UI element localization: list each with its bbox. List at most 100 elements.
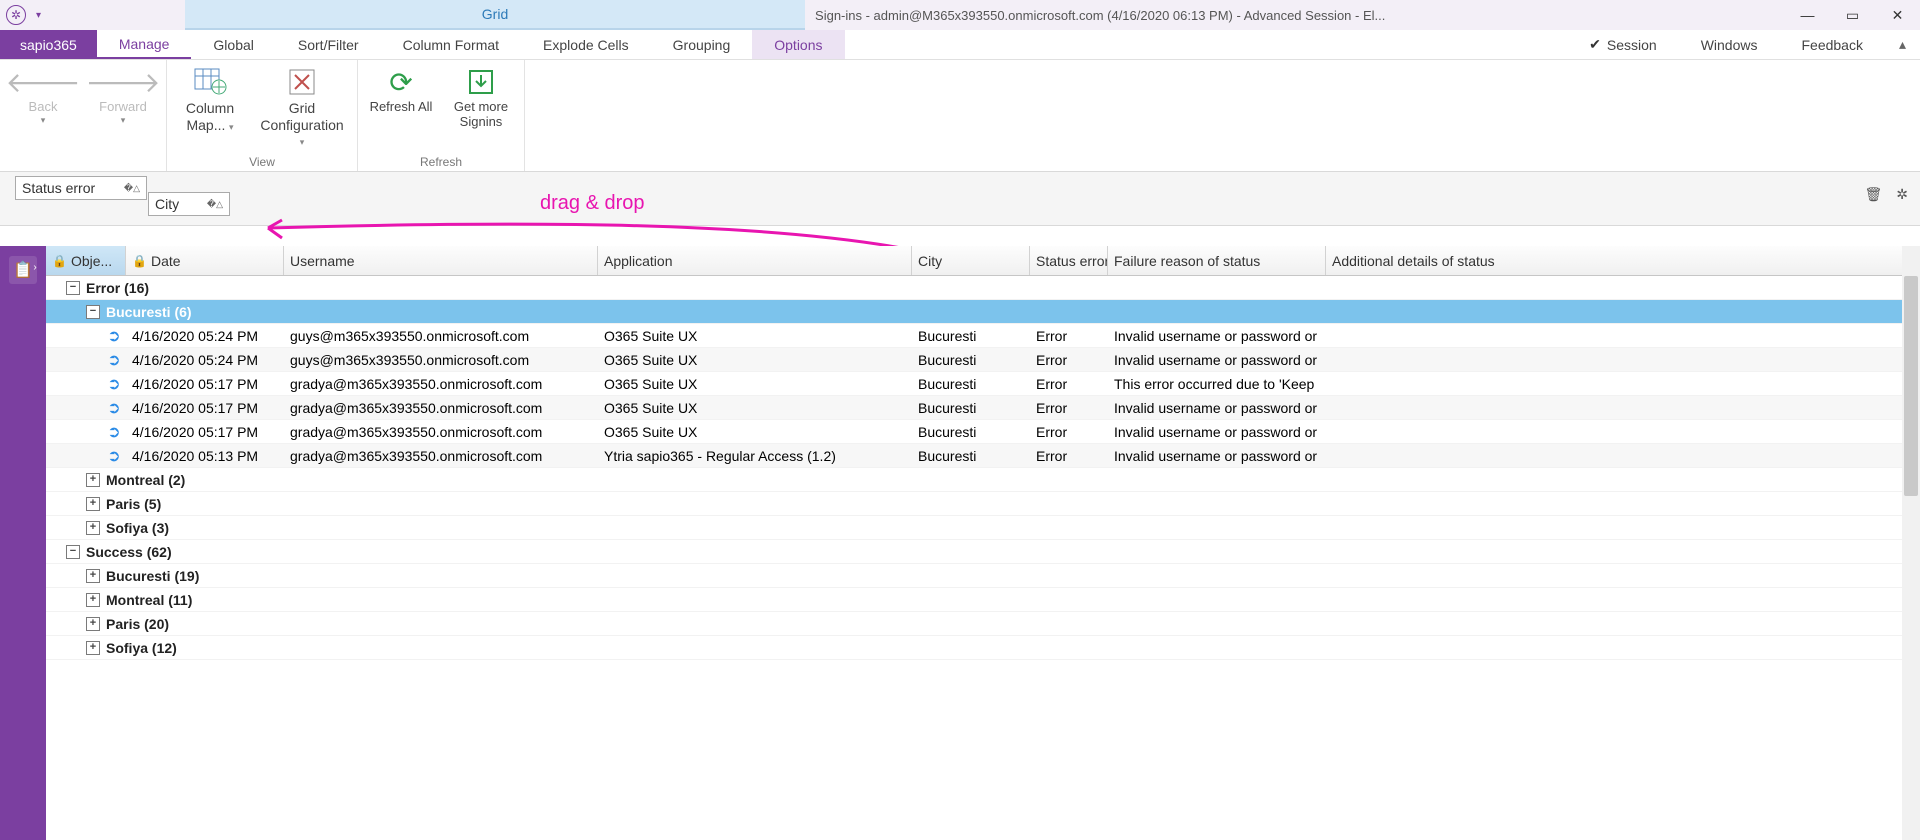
- expand-icon[interactable]: +: [86, 569, 100, 583]
- cell-username: gradya@m365x393550.onmicrosoft.com: [284, 400, 598, 416]
- close-button[interactable]: ✕: [1875, 0, 1920, 30]
- grid-configuration-button[interactable]: Grid Configuration ▾: [257, 64, 347, 149]
- get-more-signins-button[interactable]: Get more Signins: [448, 64, 514, 130]
- column-header-city[interactable]: City: [912, 246, 1030, 275]
- expand-icon[interactable]: +: [86, 521, 100, 535]
- tab-grouping[interactable]: Grouping: [651, 30, 753, 59]
- tab-manage[interactable]: Manage: [97, 30, 192, 59]
- cell-username: gradya@m365x393550.onmicrosoft.com: [284, 448, 598, 464]
- cell-date: 4/16/2020 05:17 PM: [126, 400, 284, 416]
- group-row-success[interactable]: −Success (62): [46, 540, 1920, 564]
- tab-windows[interactable]: Windows: [1679, 30, 1780, 59]
- group-label-refresh: Refresh: [368, 153, 514, 169]
- window-title: Sign-ins - admin@M365x393550.onmicrosoft…: [805, 8, 1785, 23]
- group-row-error[interactable]: −Error (16): [46, 276, 1920, 300]
- table-row[interactable]: ➲4/16/2020 05:13 PMgradya@m365x393550.on…: [46, 444, 1920, 468]
- column-header-application[interactable]: Application: [598, 246, 912, 275]
- vertical-scrollbar[interactable]: [1902, 246, 1920, 840]
- tab-column-format[interactable]: Column Format: [381, 30, 521, 59]
- tools-icon: [287, 64, 317, 100]
- side-gutter: 📋 ›: [0, 246, 46, 840]
- cell-application: O365 Suite UX: [598, 376, 912, 392]
- accessibility-icon[interactable]: ✲: [6, 5, 26, 25]
- cell-username: guys@m365x393550.onmicrosoft.com: [284, 352, 598, 368]
- back-button[interactable]: 🡐 Back▾: [10, 64, 76, 126]
- tab-feedback[interactable]: Feedback: [1779, 30, 1884, 59]
- app-tab-sapio365[interactable]: sapio365: [0, 30, 97, 59]
- table-row[interactable]: ➲4/16/2020 05:17 PMgradya@m365x393550.on…: [46, 420, 1920, 444]
- trash-icon[interactable]: 🗑: [1864, 186, 1882, 203]
- table-row[interactable]: ➲4/16/2020 05:24 PMguys@m365x393550.onmi…: [46, 324, 1920, 348]
- column-header-row: 🔒Obje... 🔒Date Username Application City…: [46, 246, 1920, 276]
- column-header-object[interactable]: 🔒Obje...: [46, 246, 126, 275]
- ribbon-body: 🡐 Back▾ 🡒 Forward▾ Column Map... ▾ G: [0, 60, 1920, 172]
- column-header-date[interactable]: 🔒Date: [126, 246, 284, 275]
- cell-city: Bucuresti: [912, 376, 1030, 392]
- signin-icon: ➲: [104, 350, 124, 370]
- ribbon-tab-strip: sapio365 Manage Global Sort/Filter Colum…: [0, 30, 1920, 60]
- cell-status: Error: [1030, 400, 1108, 416]
- column-header-failure-reason[interactable]: Failure reason of status: [1108, 246, 1326, 275]
- group-row-s-paris[interactable]: +Paris (20): [46, 612, 1920, 636]
- expand-icon[interactable]: +: [86, 617, 100, 631]
- cell-status: Error: [1030, 376, 1108, 392]
- contextual-tab-grid[interactable]: Grid: [185, 0, 805, 30]
- restore-button[interactable]: ▭: [1830, 0, 1875, 30]
- gear-icon[interactable]: ✲: [1896, 186, 1908, 203]
- collapse-icon[interactable]: −: [66, 545, 80, 559]
- group-chip-city[interactable]: City�△: [148, 192, 230, 216]
- group-row-bucuresti[interactable]: −Bucuresti (6): [46, 300, 1920, 324]
- tab-sort-filter[interactable]: Sort/Filter: [276, 30, 381, 59]
- minimize-button[interactable]: —: [1785, 0, 1830, 30]
- group-row-montreal[interactable]: +Montreal (2): [46, 468, 1920, 492]
- expand-icon[interactable]: +: [86, 641, 100, 655]
- group-row-paris[interactable]: +Paris (5): [46, 492, 1920, 516]
- signin-icon: ➲: [104, 422, 124, 442]
- tab-session[interactable]: ✔Session: [1567, 30, 1679, 59]
- column-header-username[interactable]: Username: [284, 246, 598, 275]
- tab-global[interactable]: Global: [191, 30, 275, 59]
- cell-status: Error: [1030, 448, 1108, 464]
- table-row[interactable]: ➲4/16/2020 05:17 PMgradya@m365x393550.on…: [46, 372, 1920, 396]
- cell-city: Bucuresti: [912, 424, 1030, 440]
- cell-date: 4/16/2020 05:24 PM: [126, 328, 284, 344]
- expand-icon[interactable]: +: [86, 593, 100, 607]
- group-row-s-sofiya[interactable]: +Sofiya (12): [46, 636, 1920, 660]
- expand-icon[interactable]: +: [86, 473, 100, 487]
- group-row-s-bucuresti[interactable]: +Bucuresti (19): [46, 564, 1920, 588]
- tab-options[interactable]: Options: [752, 30, 844, 59]
- collapse-icon[interactable]: −: [86, 305, 100, 319]
- group-row-sofiya[interactable]: +Sofiya (3): [46, 516, 1920, 540]
- qat-dropdown-icon[interactable]: ▾: [32, 10, 45, 21]
- scrollbar-thumb[interactable]: [1904, 276, 1918, 496]
- arrow-left-icon: 🡐: [5, 64, 80, 100]
- cell-application: Ytria sapio365 - Regular Access (1.2): [598, 448, 912, 464]
- expand-gutter-icon[interactable]: ›: [33, 262, 36, 273]
- cell-failure-reason: Invalid username or password or: [1108, 424, 1326, 440]
- signin-icon: ➲: [104, 374, 124, 394]
- table-row[interactable]: ➲4/16/2020 05:24 PMguys@m365x393550.onmi…: [46, 348, 1920, 372]
- column-map-button[interactable]: Column Map... ▾: [177, 64, 243, 134]
- signin-icon: ➲: [104, 446, 124, 466]
- refresh-all-button[interactable]: ⟳ Refresh All: [368, 64, 434, 115]
- cell-failure-reason: Invalid username or password or: [1108, 328, 1326, 344]
- cell-city: Bucuresti: [912, 352, 1030, 368]
- column-header-status-error[interactable]: Status error: [1030, 246, 1108, 275]
- column-header-additional-details[interactable]: Additional details of status: [1326, 246, 1920, 275]
- signin-icon: ➲: [104, 326, 124, 346]
- group-row-s-montreal[interactable]: +Montreal (11): [46, 588, 1920, 612]
- cell-application: O365 Suite UX: [598, 400, 912, 416]
- collapse-ribbon-icon[interactable]: ▴: [1885, 30, 1920, 59]
- table-row[interactable]: ➲4/16/2020 05:17 PMgradya@m365x393550.on…: [46, 396, 1920, 420]
- tab-explode-cells[interactable]: Explode Cells: [521, 30, 651, 59]
- expand-icon[interactable]: +: [86, 497, 100, 511]
- grouping-bar[interactable]: Status error�△ City�△ 🗑 ✲: [0, 172, 1920, 226]
- group-chip-status-error[interactable]: Status error�△: [15, 176, 147, 200]
- cell-application: O365 Suite UX: [598, 352, 912, 368]
- cell-status: Error: [1030, 328, 1108, 344]
- grid-rows: −Error (16) −Bucuresti (6) ➲4/16/2020 05…: [46, 276, 1920, 840]
- annotation-label: drag & drop: [540, 192, 645, 215]
- cell-date: 4/16/2020 05:17 PM: [126, 424, 284, 440]
- collapse-icon[interactable]: −: [66, 281, 80, 295]
- forward-button[interactable]: 🡒 Forward▾: [90, 64, 156, 126]
